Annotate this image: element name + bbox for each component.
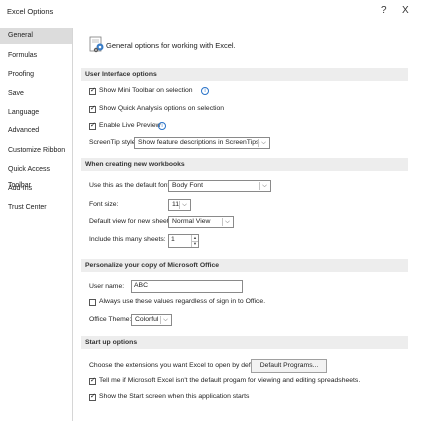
default-view-value: Normal View: [172, 218, 211, 225]
sidebar-item-add-ins[interactable]: Add-Ins: [0, 181, 72, 197]
section-new-workbooks: When creating new workbooks: [81, 158, 408, 171]
chevron-down-icon: ⌵: [179, 201, 189, 209]
live-preview-checkbox[interactable]: [89, 121, 96, 130]
default-font-label: Use this as the default font:: [89, 182, 172, 189]
office-theme-label: Office Theme:: [89, 316, 132, 323]
default-programs-button[interactable]: Default Programs...: [251, 359, 327, 373]
sheet-count-value: 1: [171, 236, 175, 243]
font-size-select[interactable]: 11 ⌵: [168, 199, 191, 211]
tell-me-checkbox[interactable]: [89, 376, 96, 385]
info-icon[interactable]: i: [201, 87, 209, 95]
always-use-label: Always use these values regardless of si…: [99, 298, 266, 305]
sidebar-item-formulas[interactable]: Formulas: [0, 48, 72, 64]
default-view-select[interactable]: Normal View ⌵: [168, 216, 234, 228]
extensions-label: Choose the extensions you want Excel to …: [89, 362, 264, 369]
font-size-label: Font size:: [89, 201, 119, 208]
font-size-value: 11: [172, 201, 180, 208]
office-theme-value: Colorful: [135, 316, 159, 323]
sidebar: General Formulas Proofing Save Language …: [0, 28, 73, 421]
sidebar-item-customize-ribbon[interactable]: Customize Ribbon: [0, 143, 72, 159]
window-title: Excel Options: [7, 7, 54, 16]
screentip-style-select[interactable]: Show feature descriptions in ScreenTips …: [134, 137, 270, 149]
close-button[interactable]: X: [402, 5, 409, 16]
sidebar-item-quick-access-toolbar[interactable]: Quick Access Toolbar: [0, 162, 72, 189]
screentip-style-value: Show feature descriptions in ScreenTips: [138, 139, 260, 146]
sheet-count-stepper[interactable]: 1 ▲ ▼: [168, 234, 199, 248]
chevron-down-icon: ⌵: [258, 139, 268, 147]
sidebar-item-save[interactable]: Save: [0, 86, 72, 102]
default-font-select[interactable]: Body Font ⌵: [168, 180, 271, 192]
quick-analysis-checkbox[interactable]: [89, 104, 96, 113]
show-start-checkbox[interactable]: [89, 392, 96, 401]
chevron-down-icon: ⌵: [160, 316, 170, 324]
tell-me-label: Tell me if Microsoft Excel isn't the def…: [99, 377, 361, 384]
default-font-value: Body Font: [172, 182, 203, 189]
mini-toolbar-label: Show Mini Toolbar on selection: [99, 87, 193, 94]
info-icon[interactable]: i: [158, 122, 166, 130]
sidebar-item-proofing[interactable]: Proofing: [0, 67, 72, 83]
live-preview-label: Enable Live Preview: [99, 122, 161, 129]
chevron-down-icon: ⌵: [222, 218, 232, 226]
always-use-checkbox[interactable]: [89, 299, 96, 306]
title-bar: Excel Options ? X: [0, 0, 423, 24]
excel-options-window: Excel Options ? X General Formulas Proof…: [0, 0, 423, 421]
section-personalize: Personalize your copy of Microsoft Offic…: [81, 259, 408, 272]
chevron-down-icon: ⌵: [259, 182, 269, 190]
sheet-count-label: Include this many sheets:: [89, 236, 166, 243]
sidebar-item-advanced[interactable]: Advanced: [0, 123, 72, 139]
screentip-label: ScreenTip style:: [89, 139, 138, 146]
header-text: General options for working with Excel.: [106, 41, 236, 50]
username-label: User name:: [89, 283, 125, 290]
help-button[interactable]: ?: [381, 5, 387, 16]
quick-analysis-label: Show Quick Analysis options on selection: [99, 105, 225, 112]
section-user-interface: User Interface options: [81, 68, 408, 81]
sidebar-item-language[interactable]: Language: [0, 105, 72, 121]
section-startup: Start up options: [81, 336, 408, 349]
sidebar-item-general[interactable]: General: [0, 28, 72, 44]
username-input[interactable]: ABC: [131, 280, 243, 293]
sidebar-item-trust-center[interactable]: Trust Center: [0, 200, 72, 216]
mini-toolbar-checkbox[interactable]: [89, 86, 96, 95]
office-theme-select[interactable]: Colorful ⌵: [131, 314, 172, 326]
general-options-panel: General options for working with Excel. …: [73, 28, 423, 421]
default-view-label: Default view for new sheets:: [89, 218, 175, 225]
show-start-label: Show the Start screen when this applicat…: [99, 393, 250, 400]
options-gears-icon: [89, 36, 104, 53]
spin-down-icon[interactable]: ▼: [191, 241, 198, 247]
